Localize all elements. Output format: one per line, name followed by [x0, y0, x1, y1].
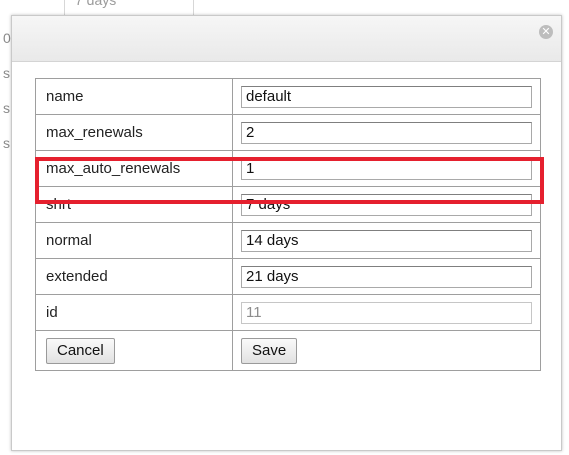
max-renewals-input[interactable] [241, 121, 532, 144]
extended-input[interactable] [241, 265, 532, 288]
max-auto-renewals-input[interactable] [241, 157, 532, 180]
background-cell-text: 7 days [75, 0, 117, 8]
shrt-input[interactable] [241, 193, 532, 216]
name-input[interactable] [241, 85, 532, 108]
form-actions-row: Cancel Save [35, 330, 541, 371]
close-icon[interactable]: ✕ [539, 25, 553, 39]
background-text-fragment: s [3, 100, 10, 116]
background-text-fragment: s [3, 135, 10, 151]
field-label-shrt: shrt [35, 186, 233, 223]
form-row-max-auto-renewals: max_auto_renewals [35, 150, 541, 187]
page: 7 days 00 s s s ✕ name max_renewals max_… [0, 0, 569, 455]
form-row-extended: extended [35, 258, 541, 295]
save-button[interactable]: Save [241, 337, 298, 364]
form-row-id: id [35, 294, 541, 331]
field-label-extended: extended [35, 258, 233, 295]
background-text-fragment: s [3, 65, 10, 81]
circulation-rule-form: name max_renewals max_auto_renewals shrt… [35, 78, 541, 371]
form-row-shrt: shrt [35, 186, 541, 223]
dialog-titlebar: ✕ [12, 16, 561, 62]
form-row-max-renewals: max_renewals [35, 114, 541, 151]
field-label-max-renewals: max_renewals [35, 114, 233, 151]
form-row-normal: normal [35, 222, 541, 259]
field-label-normal: normal [35, 222, 233, 259]
normal-input[interactable] [241, 229, 532, 252]
field-label-name: name [35, 78, 233, 115]
field-label-id: id [35, 294, 233, 331]
cancel-button[interactable]: Cancel [46, 337, 115, 364]
field-label-max-auto-renewals: max_auto_renewals [35, 150, 233, 187]
form-row-name: name [35, 78, 541, 115]
id-input [241, 301, 532, 324]
